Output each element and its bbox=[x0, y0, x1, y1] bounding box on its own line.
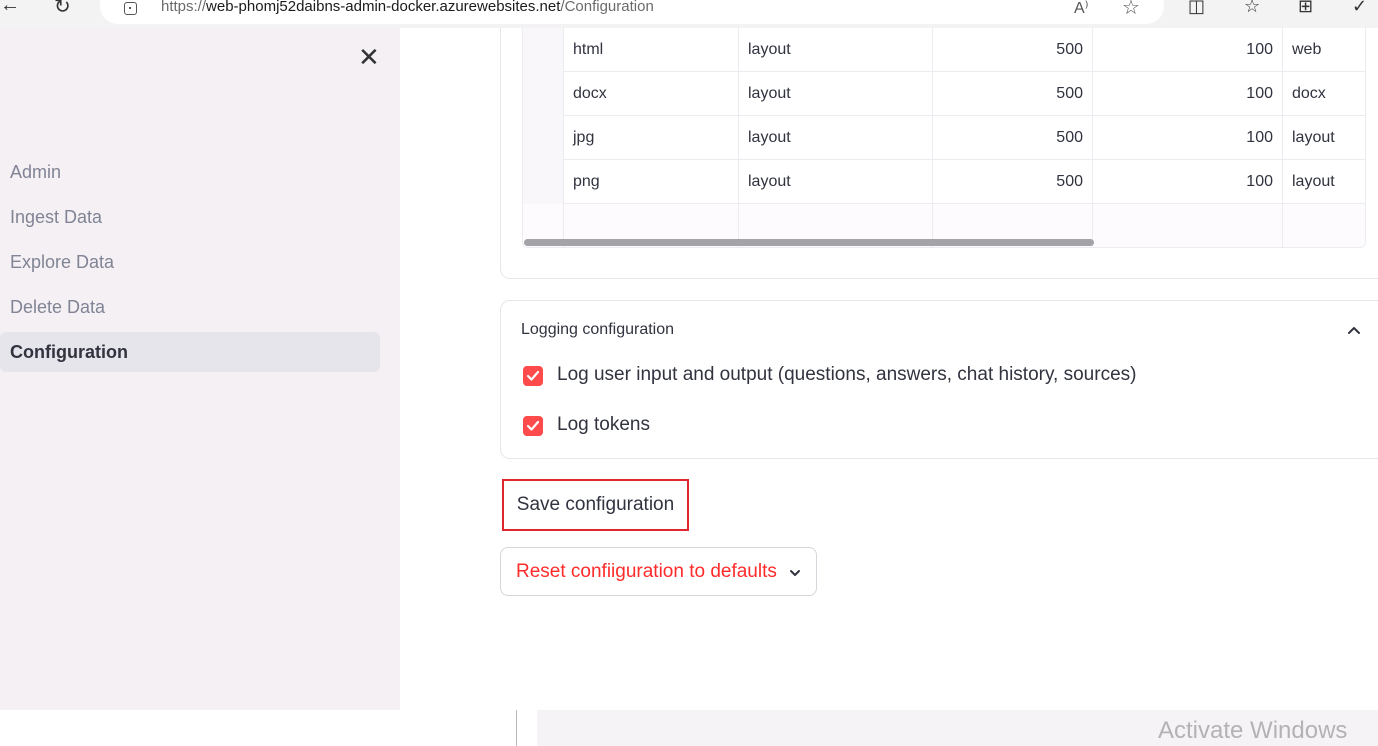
table-cell[interactable]: layout bbox=[1283, 160, 1365, 204]
split-screen-icon[interactable]: ◫ bbox=[1188, 0, 1205, 17]
sidebar-item-explore-data[interactable]: Explore Data bbox=[0, 242, 380, 282]
log-tokens-checkbox[interactable] bbox=[523, 416, 543, 436]
sidebar-item-configuration[interactable]: Configuration bbox=[0, 332, 380, 372]
logging-configuration-title[interactable]: Logging configuration bbox=[521, 321, 674, 339]
save-configuration-button[interactable]: Save configuration bbox=[502, 479, 689, 531]
checkmark-icon bbox=[526, 420, 540, 431]
table-cell[interactable]: 100 bbox=[1093, 28, 1283, 72]
table-cell[interactable]: 100 bbox=[1093, 160, 1283, 204]
chevron-down-icon bbox=[790, 570, 800, 576]
log-tokens-label[interactable]: Log tokens bbox=[557, 414, 650, 436]
row-index-cell[interactable] bbox=[523, 116, 564, 160]
table-row[interactable]: html layout 500 100 web bbox=[523, 28, 1365, 72]
table-cell[interactable]: 500 bbox=[933, 116, 1093, 160]
back-arrow-icon[interactable]: ← bbox=[0, 0, 20, 17]
table-cell[interactable] bbox=[1093, 204, 1283, 247]
favorite-star-icon[interactable]: ☆ bbox=[1122, 0, 1140, 20]
read-aloud-icon[interactable]: A⁾ bbox=[1074, 0, 1089, 18]
close-sidebar-icon[interactable]: ✕ bbox=[358, 44, 380, 70]
table-cell[interactable]: 100 bbox=[1093, 72, 1283, 116]
table-cell[interactable]: html bbox=[564, 28, 739, 72]
document-processors-table[interactable]: html layout 500 100 web docx layout 500 … bbox=[522, 28, 1366, 248]
table-cell[interactable]: docx bbox=[1283, 72, 1365, 116]
table-row[interactable]: docx layout 500 100 docx bbox=[523, 72, 1365, 116]
address-bar[interactable]: https://web-phomj52daibns-admin-docker.a… bbox=[100, 0, 1164, 24]
table-cell[interactable]: layout bbox=[739, 72, 933, 116]
table-cell[interactable]: 100 bbox=[1093, 116, 1283, 160]
reset-configuration-label: Reset confiiguration to defaults bbox=[516, 561, 777, 582]
page-info-icon[interactable] bbox=[124, 2, 137, 15]
log-user-io-checkbox[interactable] bbox=[523, 366, 543, 386]
table-cell[interactable]: docx bbox=[564, 72, 739, 116]
table-cell[interactable]: 500 bbox=[933, 28, 1093, 72]
table-cell[interactable]: 500 bbox=[933, 160, 1093, 204]
table-cell[interactable]: 500 bbox=[933, 72, 1093, 116]
horizontal-scrollbar[interactable] bbox=[524, 239, 1094, 246]
reset-configuration-dropdown[interactable]: Reset confiiguration to defaults bbox=[500, 547, 817, 596]
table-cell[interactable]: layout bbox=[739, 116, 933, 160]
table-cell[interactable]: jpg bbox=[564, 116, 739, 160]
checkmark-icon bbox=[526, 370, 540, 381]
sidebar-item-admin[interactable]: Admin bbox=[0, 152, 380, 192]
url-text: https://web-phomj52daibns-admin-docker.a… bbox=[161, 0, 654, 15]
log-user-io-label[interactable]: Log user input and output (questions, an… bbox=[557, 364, 1136, 386]
sidebar-item-ingest-data[interactable]: Ingest Data bbox=[0, 197, 380, 237]
table-cell[interactable]: layout bbox=[1283, 116, 1365, 160]
table-cell[interactable]: png bbox=[564, 160, 739, 204]
row-index-cell[interactable] bbox=[523, 160, 564, 204]
sidebar: ✕ Admin Ingest Data Explore Data Delete … bbox=[0, 28, 400, 710]
table-cell[interactable]: layout bbox=[739, 28, 933, 72]
divider bbox=[516, 710, 517, 746]
chevron-up-icon[interactable] bbox=[1341, 317, 1367, 343]
extension-icon[interactable]: ✓ bbox=[1352, 0, 1367, 17]
refresh-icon[interactable]: ↻ bbox=[54, 0, 71, 19]
table-row[interactable]: jpg layout 500 100 layout bbox=[523, 116, 1365, 160]
logging-configuration-expander: Logging configuration Log user input and… bbox=[500, 300, 1378, 459]
collections-icon[interactable]: ⊞ bbox=[1298, 0, 1313, 17]
favorites-list-icon[interactable]: ☆ bbox=[1244, 0, 1260, 17]
table-cell[interactable] bbox=[1283, 204, 1365, 247]
row-index-cell[interactable] bbox=[523, 72, 564, 116]
row-index-cell[interactable] bbox=[523, 28, 564, 72]
table-row[interactable]: png layout 500 100 layout bbox=[523, 160, 1365, 204]
activate-windows-watermark: Activate Windows bbox=[1158, 717, 1348, 744]
sidebar-item-delete-data[interactable]: Delete Data bbox=[0, 287, 380, 327]
table-cell[interactable]: web bbox=[1283, 28, 1365, 72]
table-cell[interactable]: layout bbox=[739, 160, 933, 204]
browser-toolbar: ← ↻ https://web-phomj52daibns-admin-dock… bbox=[0, 0, 1378, 28]
